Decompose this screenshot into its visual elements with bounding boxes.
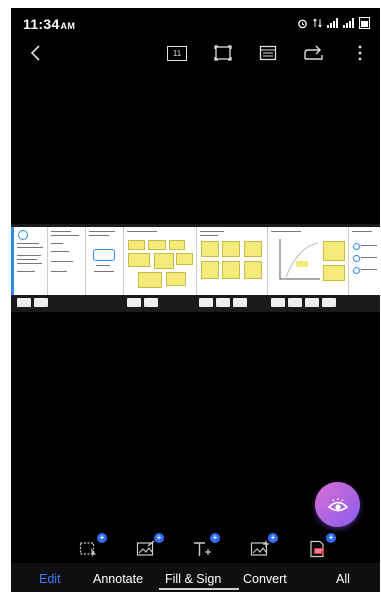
bottom-tab-bar: Edit Annotate Fill & Sign Convert All [11, 563, 380, 592]
page-actions [271, 298, 336, 307]
page-action-button[interactable] [17, 298, 31, 307]
battery-icon [359, 17, 370, 29]
page-count-button[interactable]: 11 [166, 42, 188, 64]
status-time: 11:34AM [23, 16, 76, 32]
read-mode-button[interactable] [315, 482, 360, 527]
page-action-button[interactable] [34, 298, 48, 307]
add-text-icon[interactable]: + [189, 533, 220, 562]
status-bar: 11:34AM [11, 8, 380, 38]
page-action-button[interactable] [288, 298, 302, 307]
data-icon [313, 18, 322, 28]
page-thumbnail[interactable] [48, 227, 86, 295]
signal-2-icon [343, 18, 354, 28]
page-actions [127, 298, 158, 307]
back-arrow-icon[interactable] [25, 42, 45, 64]
signal-icon [327, 18, 338, 28]
page-action-button[interactable] [216, 298, 230, 307]
tab-all[interactable]: All [336, 572, 350, 586]
add-badge: + [268, 533, 278, 543]
edit-image-icon[interactable]: + [133, 533, 164, 562]
page-actions [199, 298, 247, 307]
more-vertical-icon[interactable] [353, 42, 367, 64]
page-thumbnail[interactable] [124, 227, 197, 295]
page-action-button[interactable] [144, 298, 158, 307]
add-badge: + [326, 533, 336, 543]
home-indicator [159, 588, 239, 590]
top-toolbar: 11 [11, 38, 380, 68]
crop-icon[interactable] [212, 42, 234, 64]
page-thumbnail[interactable] [268, 227, 349, 295]
tab-annotate[interactable]: Annotate [93, 572, 143, 586]
page-count: 11 [167, 45, 187, 61]
share-icon[interactable] [302, 42, 326, 64]
add-badge: + [154, 533, 164, 543]
add-image-icon[interactable]: + [247, 533, 278, 562]
page-actions [17, 298, 48, 307]
page-layout-icon[interactable] [257, 42, 279, 64]
edit-tools: + + + + + [11, 533, 380, 562]
page-thumbnail-strip[interactable] [11, 224, 380, 312]
select-edit-icon[interactable]: + [76, 533, 107, 562]
page-action-button[interactable] [322, 298, 336, 307]
tab-fill-and-sign[interactable]: Fill & Sign [165, 572, 221, 586]
add-badge: + [210, 533, 220, 543]
tab-edit[interactable]: Edit [39, 572, 61, 586]
page-action-button[interactable] [233, 298, 247, 307]
add-badge: + [97, 533, 107, 543]
page-thumbnail[interactable] [349, 227, 380, 295]
edit-pdf-icon[interactable]: + [305, 533, 336, 562]
page-action-button[interactable] [305, 298, 319, 307]
page-thumbnail[interactable] [197, 227, 268, 295]
status-icons [297, 17, 370, 29]
page-action-button[interactable] [271, 298, 285, 307]
alarm-icon [298, 19, 307, 28]
app-screen: 11:34AM 11 + + + + + Edit Annotate Fill … [11, 8, 380, 592]
page-action-button[interactable] [127, 298, 141, 307]
eye-icon [327, 497, 348, 511]
tab-convert[interactable]: Convert [243, 572, 287, 586]
page-thumbnail[interactable] [11, 227, 48, 295]
page-thumbnail[interactable] [86, 227, 124, 295]
page-action-button[interactable] [199, 298, 213, 307]
